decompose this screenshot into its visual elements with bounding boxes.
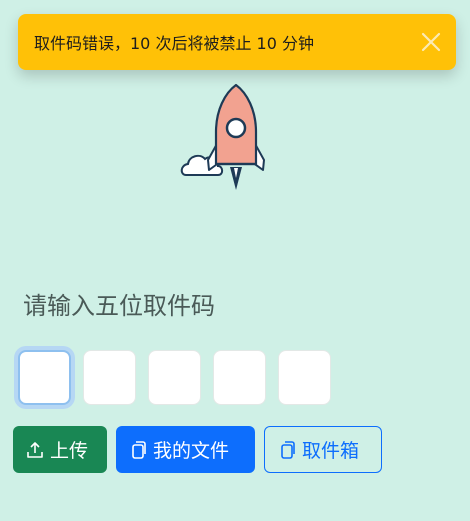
code-digit-1[interactable]: [18, 350, 71, 405]
action-buttons: 上传 我的文件 取件箱: [13, 426, 382, 473]
pickup-code-prompt: 请输入五位取件码: [23, 292, 215, 320]
error-toast: 取件码错误，10 次后将被禁止 10 分钟: [18, 14, 456, 70]
toast-message: 取件码错误，10 次后将被禁止 10 分钟: [34, 34, 314, 53]
code-input-group: [18, 350, 331, 405]
upload-icon: [27, 441, 43, 458]
rocket-icon: [178, 80, 278, 196]
upload-label: 上传: [50, 440, 89, 462]
code-digit-5[interactable]: [278, 350, 331, 405]
my-files-label: 我的文件: [153, 440, 230, 462]
copy-icon: [132, 440, 146, 459]
upload-button[interactable]: 上传: [13, 426, 107, 473]
pickup-box-label: 取件箱: [302, 440, 360, 462]
code-digit-4[interactable]: [213, 350, 266, 405]
code-digit-2[interactable]: [83, 350, 136, 405]
copy-icon: [281, 440, 295, 459]
code-digit-3[interactable]: [148, 350, 201, 405]
pickup-box-button[interactable]: 取件箱: [264, 426, 382, 473]
close-icon[interactable]: [418, 29, 444, 55]
my-files-button[interactable]: 我的文件: [116, 426, 255, 473]
